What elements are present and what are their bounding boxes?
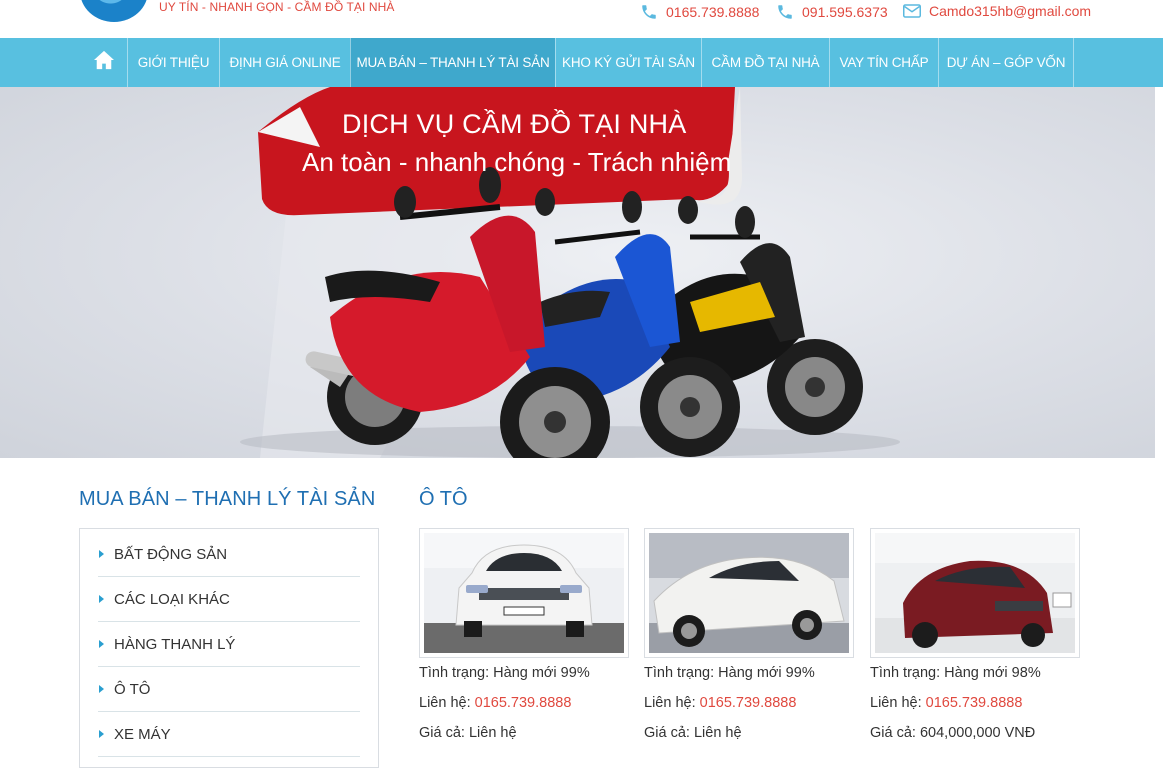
nav-item-kho-ky-gui[interactable]: KHO KÝ GỬI TÀI SẢN — [555, 38, 701, 87]
product-image-frame[interactable] — [419, 528, 629, 658]
price-value: Liên hệ — [468, 725, 517, 741]
caret-right-icon — [99, 685, 104, 693]
sidebar-item-label: XE MÁY — [114, 725, 171, 743]
product-card[interactable]: Tình trạng: Hàng mới 99% Liên hệ: 0165.7… — [644, 528, 854, 748]
sidebar-item-xe-may[interactable]: XE MÁY — [98, 712, 360, 757]
contact-phone[interactable]: 0165.739.8888 — [700, 695, 797, 711]
caret-right-icon — [99, 730, 104, 738]
site-logo[interactable] — [80, 0, 148, 22]
product-price: Giá cả: Liên hệ — [419, 718, 629, 748]
product-contact: Liên hệ: 0165.739.8888 — [644, 688, 854, 718]
car-photo-white-sedan — [649, 533, 849, 653]
main-nav: GIỚI THIỆU ĐỊNH GIÁ ONLINE MUA BÁN – THA… — [0, 38, 1163, 87]
price-label: Giá cả: — [870, 725, 920, 741]
sidebar-item-label: CÁC LOẠI KHÁC — [114, 590, 230, 608]
status-label: Tình trạng: — [419, 665, 494, 681]
product-price: Giá cả: Liên hệ — [644, 718, 854, 748]
mail-icon — [903, 4, 921, 18]
top-bar: UY TÍN - NHANH GỌN - CẦM ĐỒ TẠI NHÀ 0165… — [0, 0, 1163, 38]
sidebar-item-label: HÀNG THANH LÝ — [114, 635, 236, 653]
phone-contact-1[interactable]: 0165.739.8888 — [640, 3, 759, 21]
status-label: Tình trạng: — [644, 665, 719, 681]
site-slogan: UY TÍN - NHANH GỌN - CẦM ĐỒ TẠI NHÀ — [159, 0, 395, 14]
nav-item-dinh-gia-online[interactable]: ĐỊNH GIÁ ONLINE — [219, 38, 350, 87]
home-icon — [93, 50, 115, 75]
product-card[interactable]: Tình trạng: Hàng mới 98% Liên hệ: 0165.7… — [870, 528, 1080, 748]
product-contact: Liên hệ: 0165.739.8888 — [870, 688, 1080, 718]
product-contact: Liên hệ: 0165.739.8888 — [419, 688, 629, 718]
sidebar-item-label: Ô TÔ — [114, 680, 151, 698]
caret-right-icon — [99, 595, 104, 603]
contact-label: Liên hệ: — [644, 695, 700, 711]
email-address[interactable]: Camdo315hb@gmail.com — [929, 3, 1091, 19]
price-label: Giá cả: — [419, 725, 469, 741]
nav-item-du-an-gop-von[interactable]: DỰ ÁN – GÓP VỐN — [938, 38, 1074, 87]
product-status: Tình trạng: Hàng mới 99% — [419, 658, 629, 688]
sidebar-item-bat-dong-san[interactable]: BẤT ĐỘNG SẢN — [98, 532, 360, 577]
contact-label: Liên hệ: — [419, 695, 475, 711]
banner-title: DỊCH VỤ CẦM ĐỒ TẠI NHÀ — [342, 109, 687, 139]
price-label: Giá cả: — [644, 725, 694, 741]
sidebar-item-label: BẤT ĐỘNG SẢN — [114, 545, 228, 563]
status-value: Hàng mới 98% — [944, 665, 1041, 681]
page-edge — [1155, 87, 1163, 458]
status-value: Hàng mới 99% — [493, 665, 590, 681]
nav-item-vay-tin-chap[interactable]: VAY TÍN CHẤP — [829, 38, 938, 87]
status-label: Tình trạng: — [870, 665, 945, 681]
nav-home[interactable] — [80, 38, 127, 87]
price-value: Liên hệ — [693, 725, 742, 741]
phone-contact-2[interactable]: 091.595.6373 — [776, 3, 888, 21]
sidebar-item-hang-thanh-ly[interactable]: HÀNG THANH LÝ — [98, 622, 360, 667]
phone-number-1[interactable]: 0165.739.8888 — [666, 4, 759, 20]
caret-right-icon — [99, 550, 104, 558]
sidebar-item-cac-loai-khac[interactable]: CÁC LOẠI KHÁC — [98, 577, 360, 622]
car-photo-red-sedan — [875, 533, 1075, 653]
sidebar-item-o-to[interactable]: Ô TÔ — [98, 667, 360, 712]
status-value: Hàng mới 99% — [718, 665, 815, 681]
product-status: Tình trạng: Hàng mới 98% — [870, 658, 1080, 688]
price-value: 604,000,000 VNĐ — [919, 725, 1036, 741]
sidebar-title: MUA BÁN – THANH LÝ TÀI SẢN — [79, 488, 376, 510]
nav-item-gioi-thieu[interactable]: GIỚI THIỆU — [127, 38, 219, 87]
product-card[interactable]: Tình trạng: Hàng mới 99% Liên hệ: 0165.7… — [419, 528, 629, 748]
hero-banner[interactable]: DỊCH VỤ CẦM ĐỒ TẠI NHÀ An toàn - nhanh c… — [0, 87, 1155, 458]
caret-right-icon — [99, 640, 104, 648]
contact-phone[interactable]: 0165.739.8888 — [475, 695, 572, 711]
phone-icon — [640, 3, 658, 21]
sidebar-category-list: BẤT ĐỘNG SẢN CÁC LOẠI KHÁC HÀNG THANH LÝ… — [79, 528, 379, 768]
phone-icon — [776, 3, 794, 21]
nav-item-mua-ban-thanh-ly[interactable]: MUA BÁN – THANH LÝ TÀI SẢN — [350, 38, 555, 87]
contact-phone[interactable]: 0165.739.8888 — [926, 695, 1023, 711]
banner-artwork — [240, 87, 900, 458]
section-title: Ô TÔ — [419, 488, 468, 510]
product-image-frame[interactable] — [644, 528, 854, 658]
product-image-frame[interactable] — [870, 528, 1080, 658]
banner-subtitle: An toàn - nhanh chóng - Trách nhiệm — [302, 147, 732, 177]
product-price: Giá cả: 604,000,000 VNĐ — [870, 718, 1080, 748]
nav-item-cam-do-tai-nha[interactable]: CẦM ĐỒ TẠI NHÀ — [701, 38, 829, 87]
contact-label: Liên hệ: — [870, 695, 926, 711]
product-status: Tình trạng: Hàng mới 99% — [644, 658, 854, 688]
email-contact[interactable]: Camdo315hb@gmail.com — [903, 3, 1091, 19]
phone-number-2[interactable]: 091.595.6373 — [802, 4, 888, 20]
car-photo-white-suv — [424, 533, 624, 653]
